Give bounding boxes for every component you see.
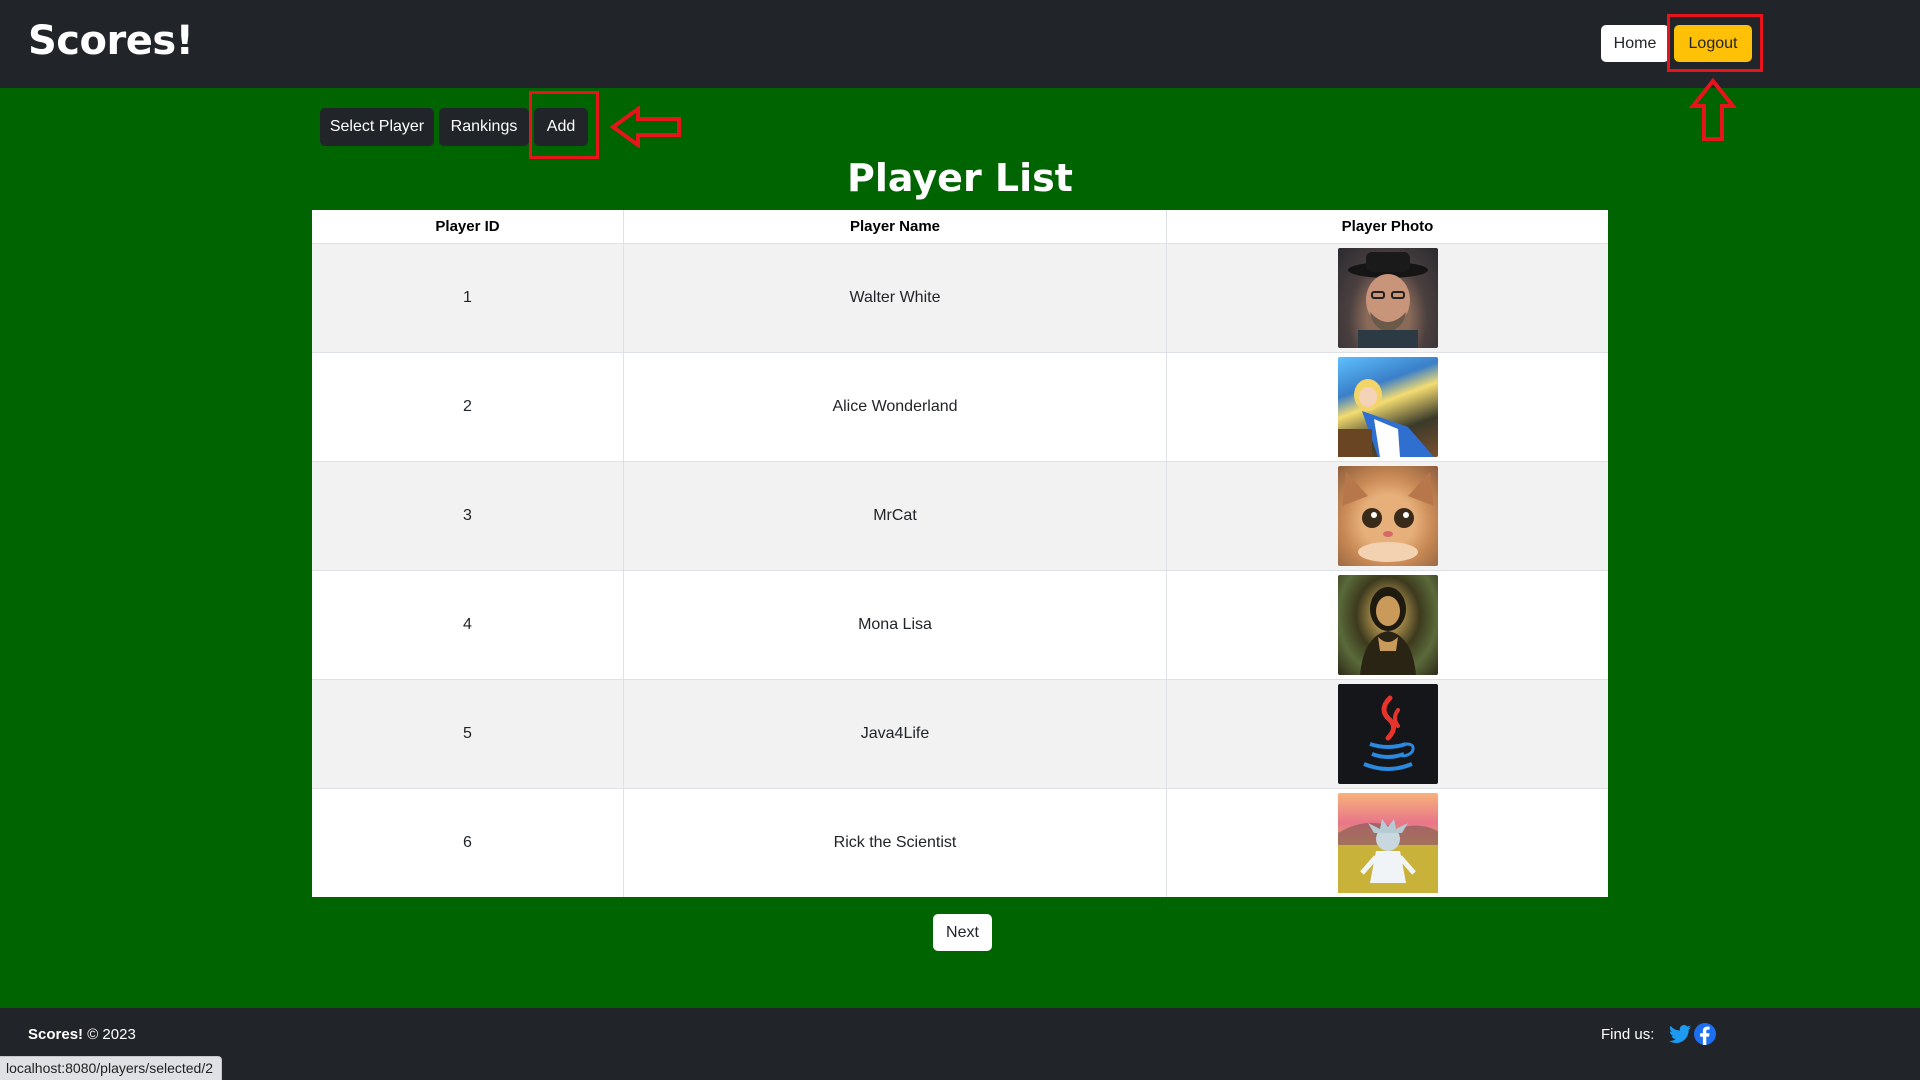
cat-photo xyxy=(1337,466,1438,566)
facebook-icon[interactable] xyxy=(1693,1022,1717,1046)
player-id-cell: 4 xyxy=(463,616,472,633)
player-table: Player ID Player Name Player Photo 1 Wal… xyxy=(312,210,1608,897)
add-highlight-box xyxy=(529,91,599,159)
walter-white-photo xyxy=(1337,248,1438,348)
player-id-cell: 3 xyxy=(463,507,472,524)
select-player-button[interactable]: Select Player xyxy=(320,108,434,146)
player-photo-cell xyxy=(1166,244,1608,352)
footer: Scores! © 2023 Find us: xyxy=(0,1008,1920,1080)
brand-logo[interactable]: Scores! xyxy=(28,18,194,64)
player-id-cell: 1 xyxy=(463,289,472,306)
mona-lisa-photo xyxy=(1337,575,1438,675)
alice-photo xyxy=(1337,357,1438,457)
player-id-cell: 2 xyxy=(463,398,472,415)
table-row[interactable]: 1 Walter White xyxy=(312,243,1608,352)
player-name-cell: Alice Wonderland xyxy=(623,353,1166,461)
table-row[interactable]: 5 Java4Life xyxy=(312,679,1608,788)
player-name-cell: Walter White xyxy=(623,244,1166,352)
page-title: Player List xyxy=(847,156,1073,200)
table-header-row: Player ID Player Name Player Photo xyxy=(312,210,1608,243)
find-us-label: Find us: xyxy=(1601,1026,1655,1043)
player-id-cell: 5 xyxy=(463,725,472,742)
home-button[interactable]: Home xyxy=(1601,25,1669,62)
twitter-icon[interactable] xyxy=(1668,1022,1692,1046)
player-name-cell: MrCat xyxy=(623,462,1166,570)
footer-copyright-text: © 2023 xyxy=(87,1026,136,1043)
player-photo-cell xyxy=(1166,571,1608,679)
player-name-cell: Rick the Scientist xyxy=(623,789,1166,897)
column-header-player-photo: Player Photo xyxy=(1166,210,1608,243)
rick-photo xyxy=(1337,793,1438,893)
player-name-cell: Mona Lisa xyxy=(623,571,1166,679)
arrow-left-annotation xyxy=(610,106,681,148)
player-id-cell: 6 xyxy=(463,834,472,851)
table-row[interactable]: 3 MrCat xyxy=(312,461,1608,570)
table-row[interactable]: 4 Mona Lisa xyxy=(312,570,1608,679)
java-logo-photo xyxy=(1337,684,1438,784)
status-bar-url: localhost:8080/players/selected/2 xyxy=(0,1056,223,1080)
footer-brand: Scores! xyxy=(28,1026,84,1043)
player-photo-cell xyxy=(1166,789,1608,897)
next-page-button[interactable]: Next xyxy=(933,914,992,951)
rankings-button[interactable]: Rankings xyxy=(439,108,529,146)
player-photo-cell xyxy=(1166,462,1608,570)
column-header-player-name: Player Name xyxy=(623,210,1166,243)
footer-copyright: Scores! © 2023 xyxy=(28,1026,136,1043)
logout-highlight-box xyxy=(1667,14,1763,72)
top-navbar: Scores! Home Logout xyxy=(0,0,1920,88)
table-row[interactable]: 6 Rick the Scientist xyxy=(312,788,1608,897)
player-photo-cell xyxy=(1166,353,1608,461)
table-row[interactable]: 2 Alice Wonderland xyxy=(312,352,1608,461)
arrow-up-annotation xyxy=(1688,78,1738,141)
column-header-player-id: Player ID xyxy=(435,218,500,235)
player-name-cell: Java4Life xyxy=(623,680,1166,788)
player-photo-cell xyxy=(1166,680,1608,788)
